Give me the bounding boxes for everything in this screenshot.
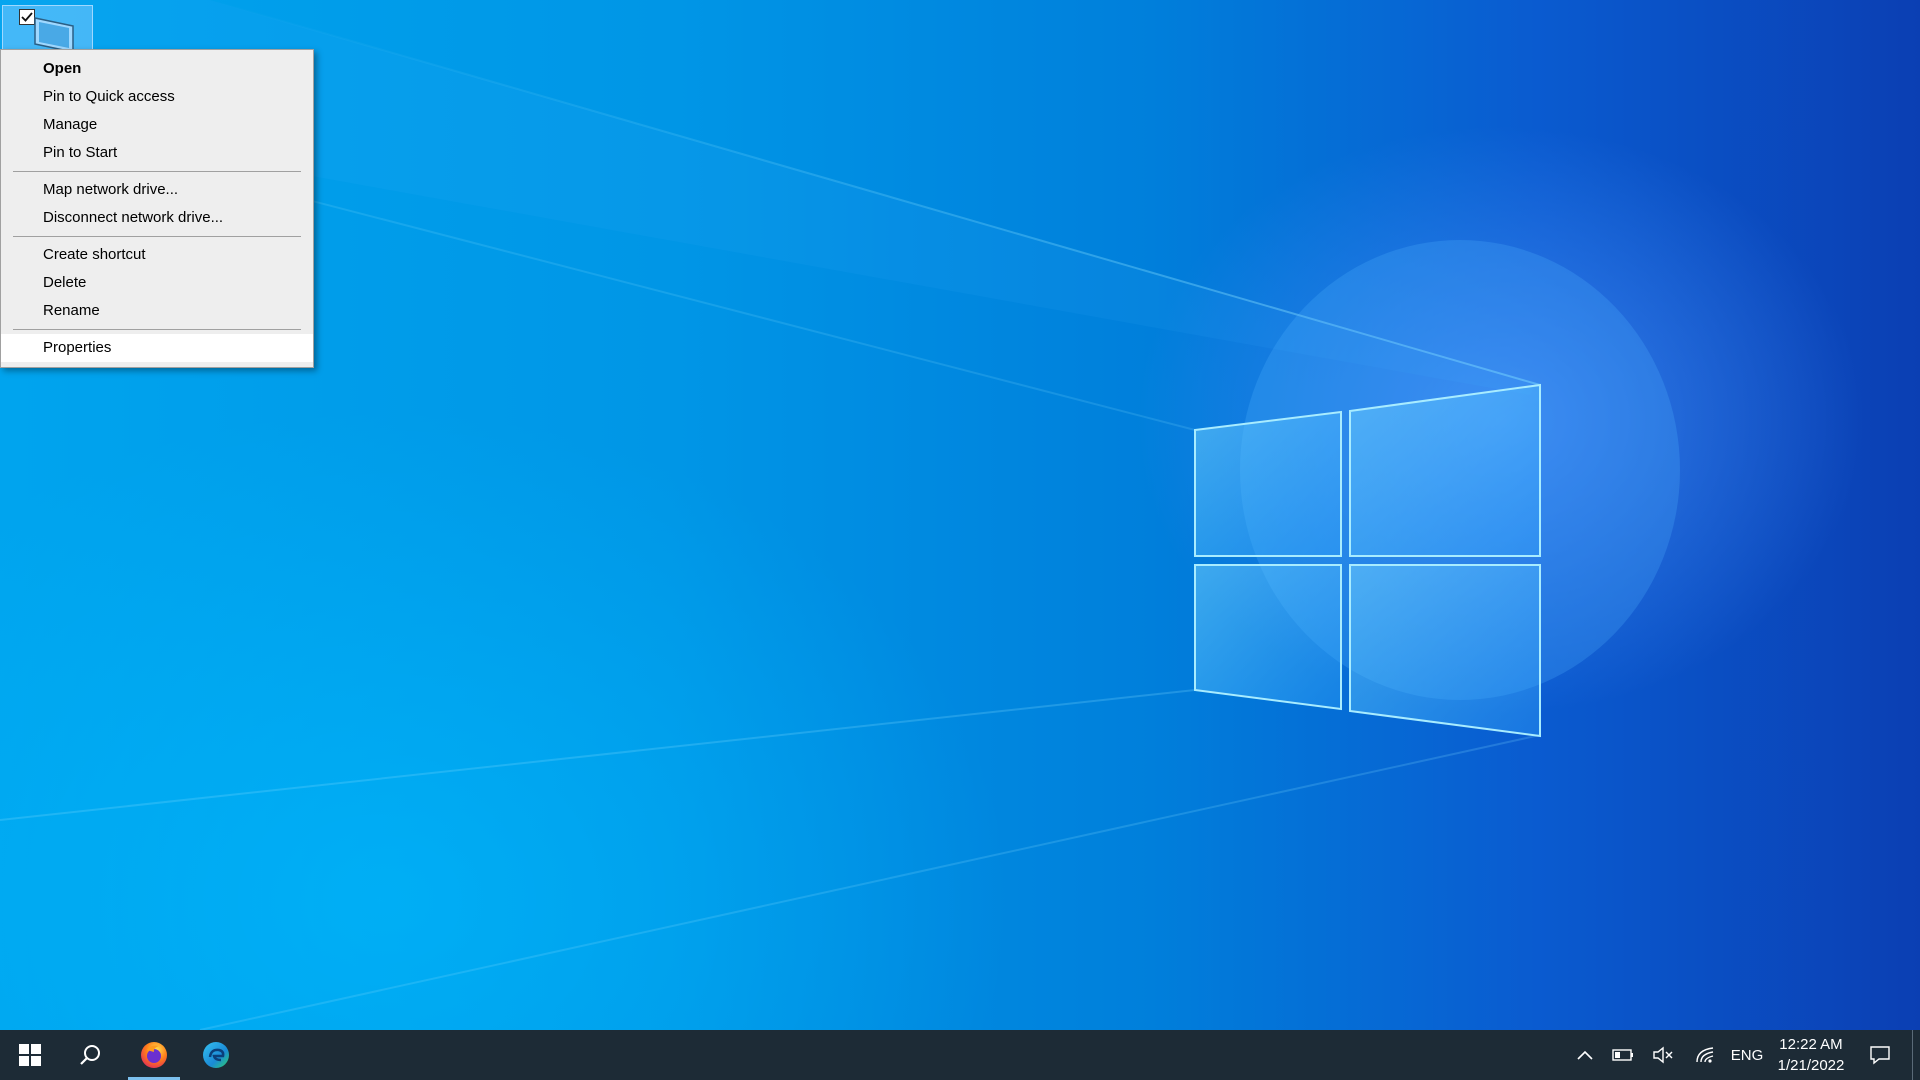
menu-item-manage[interactable]: Manage: [1, 111, 313, 139]
edge-icon: [203, 1042, 229, 1068]
logo-pane-top-right: [1349, 383, 1541, 557]
action-center-button[interactable]: [1862, 1030, 1898, 1080]
show-hidden-icons-button[interactable]: [1570, 1030, 1600, 1080]
taskbar-app-edge[interactable]: [190, 1030, 242, 1080]
logo-pane-bottom-right: [1349, 564, 1541, 738]
show-desktop-button[interactable]: [1913, 1030, 1920, 1080]
taskbar-app-firefox[interactable]: [128, 1030, 180, 1080]
chevron-up-icon: [1577, 1050, 1593, 1060]
menu-item-properties[interactable]: Properties: [1, 334, 313, 362]
start-button[interactable]: [0, 1030, 60, 1080]
windows-logo-icon: [19, 1044, 41, 1066]
search-button[interactable]: [62, 1030, 117, 1080]
monitor-icon: [34, 17, 74, 52]
desktop[interactable]: Open Pin to Quick access Manage Pin to S…: [0, 0, 1920, 1030]
menu-separator: [1, 167, 313, 176]
language-indicator[interactable]: ENG: [1728, 1030, 1766, 1080]
language-label: ENG: [1730, 1046, 1764, 1064]
menu-item-open[interactable]: Open: [1, 55, 313, 83]
menu-item-delete[interactable]: Delete: [1, 269, 313, 297]
wifi-icon: [1696, 1047, 1714, 1063]
menu-item-disconnect-network-drive[interactable]: Disconnect network drive...: [1, 204, 313, 232]
menu-item-create-shortcut[interactable]: Create shortcut: [1, 241, 313, 269]
checkmark-icon: [21, 12, 33, 22]
search-icon: [79, 1045, 100, 1065]
context-menu: Open Pin to Quick access Manage Pin to S…: [0, 49, 314, 368]
menu-item-rename[interactable]: Rename: [1, 297, 313, 325]
menu-item-pin-to-quick-access[interactable]: Pin to Quick access: [1, 83, 313, 111]
volume-button[interactable]: [1648, 1030, 1678, 1080]
clock[interactable]: 12:22 AM 1/21/2022: [1768, 1034, 1854, 1076]
menu-separator: [1, 232, 313, 241]
battery-icon: [1612, 1049, 1633, 1061]
taskbar: ENG 12:22 AM 1/21/2022: [0, 1030, 1920, 1080]
clock-time: 12:22 AM: [1779, 1036, 1843, 1053]
menu-separator: [1, 325, 313, 334]
network-button[interactable]: [1690, 1030, 1720, 1080]
menu-item-pin-to-start[interactable]: Pin to Start: [1, 139, 313, 167]
logo-pane-bottom-left: [1194, 564, 1342, 711]
notification-icon: [1870, 1046, 1890, 1065]
this-pc-desktop-icon[interactable]: [2, 5, 93, 52]
logo-pane-top-left: [1194, 410, 1342, 557]
firefox-icon: [141, 1042, 167, 1068]
volume-muted-icon: [1653, 1046, 1673, 1064]
menu-item-map-network-drive[interactable]: Map network drive...: [1, 176, 313, 204]
battery-button[interactable]: [1608, 1030, 1638, 1080]
clock-date: 1/21/2022: [1777, 1057, 1845, 1074]
